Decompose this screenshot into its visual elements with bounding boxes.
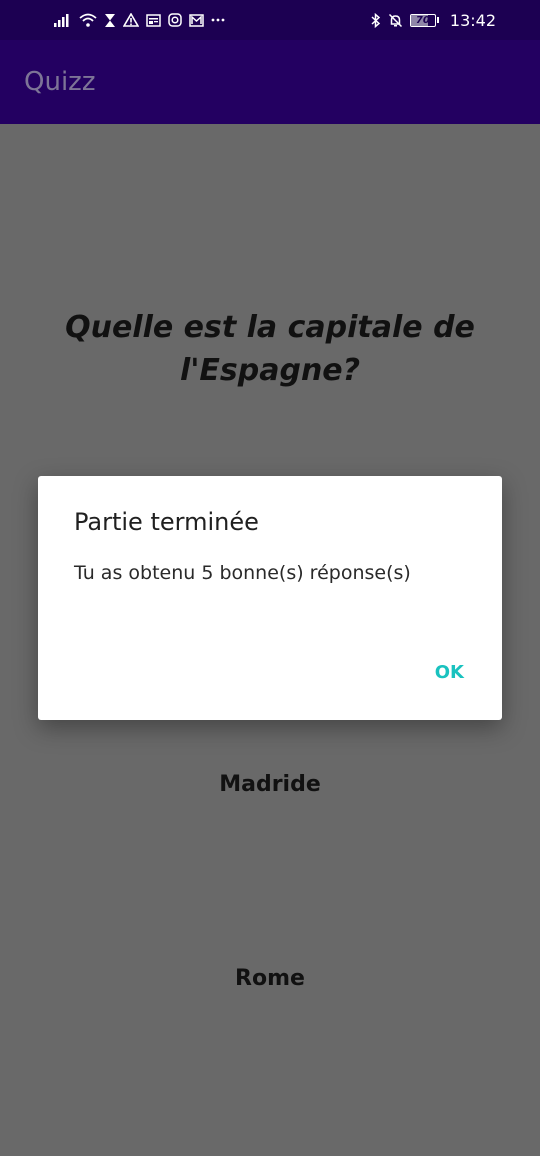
instagram-icon (168, 11, 182, 29)
hourglass-icon (104, 11, 116, 29)
dialog-message: Tu as obtenu 5 bonne(s) réponse(s) (74, 562, 411, 584)
status-left-icons (54, 11, 225, 29)
mute-bell-icon (388, 11, 403, 29)
status-bar: 70 13:42 (0, 0, 540, 40)
battery-level: 70 (415, 14, 430, 26)
question-text: Quelle est la capitale de l'Espagne? (65, 310, 475, 388)
bluetooth-icon (371, 11, 381, 29)
battery-icon: 70 (409, 13, 439, 27)
game-over-dialog: Partie terminée Tu as obtenu 5 bonne(s) … (38, 476, 502, 720)
app-title: Quizz (24, 67, 96, 97)
dialog-title: Partie terminée (74, 508, 259, 536)
clock: 13:42 (449, 10, 496, 30)
answer-button-madride[interactable]: Madride (0, 772, 540, 797)
news-icon (146, 11, 161, 29)
battery-body: 70 (409, 13, 436, 27)
signal-icon (54, 11, 72, 29)
gmail-icon (189, 11, 204, 29)
app-bar: Quizz (0, 40, 540, 124)
status-right-icons: 70 13:42 (371, 11, 496, 30)
answer-button-rome[interactable]: Rome (0, 966, 540, 991)
more-icon (211, 11, 225, 29)
battery-tip (436, 17, 439, 23)
ok-button[interactable]: OK (435, 662, 464, 683)
wifi-icon (79, 11, 97, 29)
warning-icon (123, 11, 139, 29)
